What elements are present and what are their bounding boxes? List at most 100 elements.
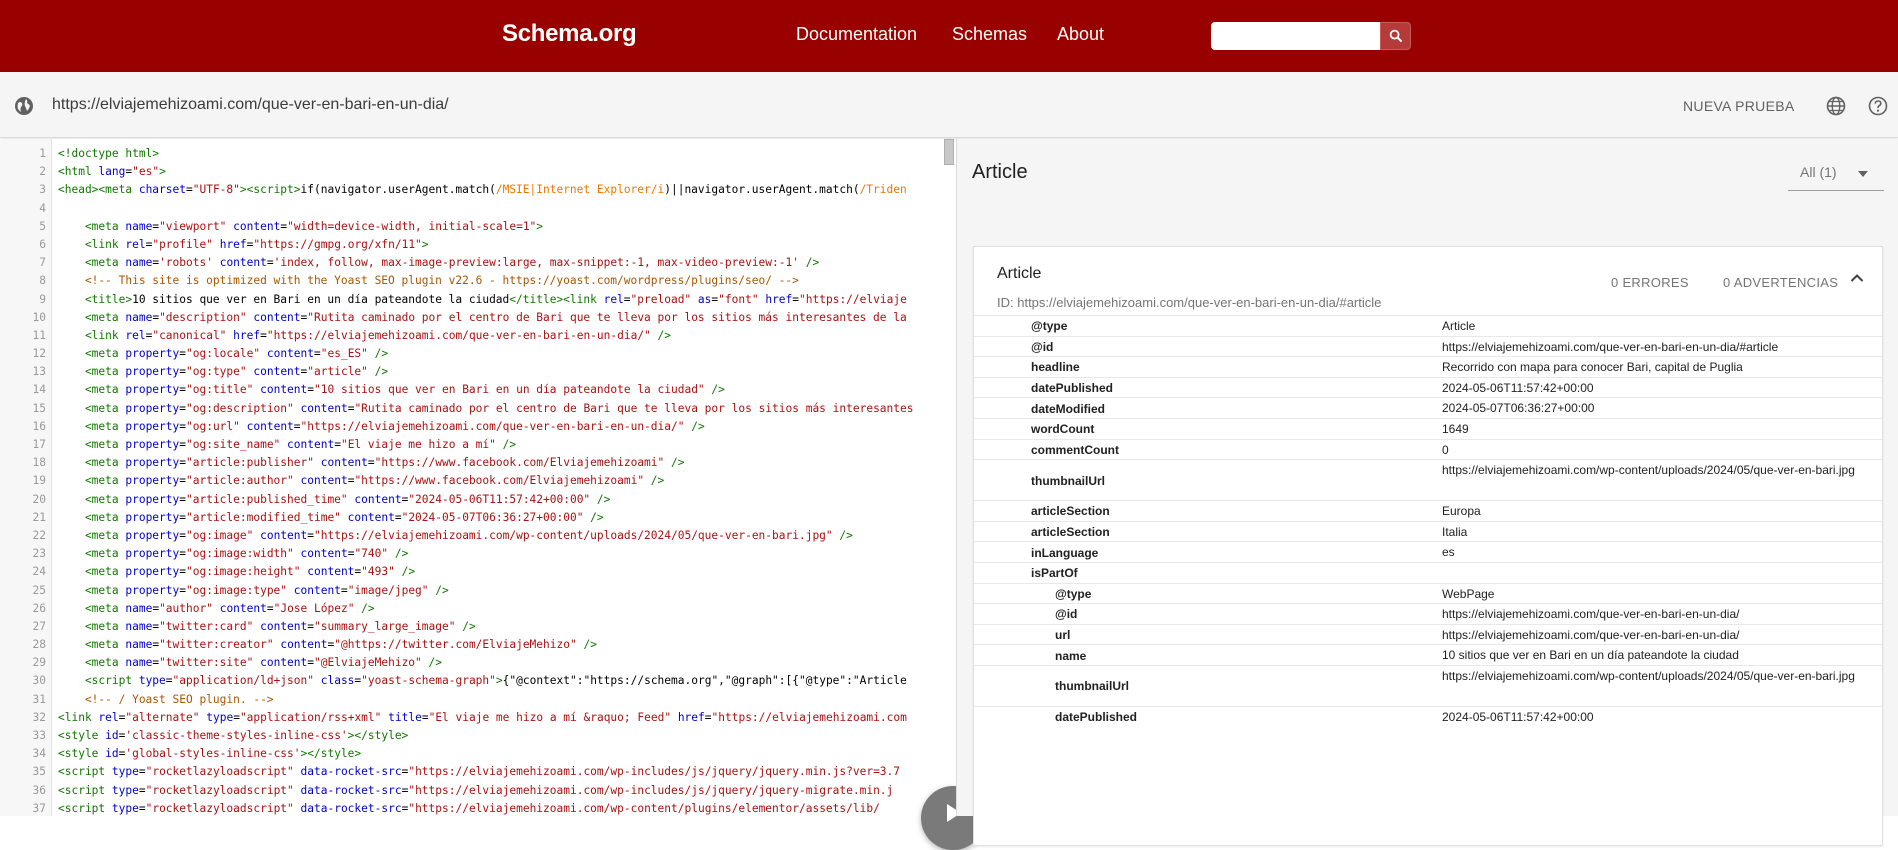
search-button[interactable] (1380, 22, 1411, 50)
top-header: Schema.org Documentation Schemas About (0, 0, 1898, 72)
line-content: <meta property="og:image:type" content="… (58, 583, 449, 597)
line-number: 21 (32, 510, 46, 524)
code-line: 24 <meta property="og:image:height" cont… (0, 563, 956, 581)
url-bar: https://elviajemehizoami.com/que-ver-en-… (0, 72, 1898, 138)
property-row: commentCount 0 (974, 438, 1882, 460)
errors-count: 0 ERRORES (1611, 275, 1689, 290)
line-number: 16 (32, 419, 46, 433)
chevron-up-icon[interactable] (1850, 273, 1864, 283)
property-value: https://elviajemehizoami.com/wp-content/… (1442, 463, 1855, 478)
property-row: url https://elviajemehizoami.com/que-ver-… (974, 623, 1882, 645)
new-test-button[interactable]: NUEVA PRUEBA (1683, 98, 1795, 114)
line-content: <meta name='robots' content='index, foll… (58, 256, 820, 270)
property-key: headline (1031, 360, 1080, 375)
property-value: Italia (1442, 524, 1468, 539)
line-content: <meta name="twitter:card" content="summa… (58, 619, 476, 633)
code-editor[interactable]: 1 <!doctype html> 2 <html lang="es"> 3 <head>… (0, 139, 956, 816)
line-number: 18 (32, 456, 46, 470)
code-line: 23 <meta property="og:image:width" conte… (0, 545, 956, 563)
property-row: articleSection Europa (974, 500, 1882, 521)
line-number: 31 (32, 692, 46, 706)
line-content: <meta name="author" content="Jose López"… (58, 601, 375, 615)
code-line: 20 <meta property="article:published_tim… (0, 491, 956, 509)
property-row: @id https://elviajemehizoami.com/que-ver-… (974, 603, 1882, 624)
line-number: 9 (39, 292, 46, 306)
property-key: @type (1055, 586, 1092, 601)
property-key: @id (1055, 607, 1078, 622)
property-value: https://elviajemehizoami.com/que-ver-en-… (1442, 627, 1740, 642)
line-number: 33 (32, 729, 46, 742)
line-number: 13 (32, 365, 46, 379)
line-number: 37 (32, 801, 46, 815)
line-content: <!doctype html> (58, 147, 160, 160)
line-number: 11 (32, 328, 46, 342)
line-number: 30 (32, 674, 46, 688)
code-line: 6 <link rel="profile" href="https://gmpg… (0, 236, 956, 254)
code-line: 32 <link rel="alternate" type="applicatio… (0, 709, 956, 727)
line-content: <meta property="og:title" content="10 si… (58, 383, 725, 397)
code-line: 35 <script type="rocketlazyloadscript" da… (0, 763, 956, 781)
property-key: inLanguage (1031, 545, 1099, 560)
code-line: 18 <meta property="article:publisher" co… (0, 454, 956, 472)
property-row: @type Article (974, 315, 1882, 336)
property-key: isPartOf (1031, 566, 1078, 581)
property-key: name (1055, 648, 1087, 663)
property-row: thumbnailUrl https://elviajemehizoami.com… (974, 459, 1882, 500)
property-row: thumbnailUrl https://elviajemehizoami.com… (974, 664, 1882, 706)
language-icon[interactable] (1826, 96, 1846, 116)
property-row: @id https://elviajemehizoami.com/que-ver-… (974, 335, 1882, 357)
property-row: @type WebPage (974, 582, 1882, 604)
property-table: @type Article @id https://elviajemehizoami.… (974, 315, 1882, 727)
line-content: <style id='classic-theme-styles-inline-c… (58, 729, 409, 742)
help-icon[interactable] (1868, 96, 1888, 116)
code-line: 26 <meta name="author" content="Jose Lóp… (0, 600, 956, 618)
line-number: 35 (32, 765, 46, 779)
line-number: 25 (32, 583, 46, 597)
code-line: 13 <meta property="og:type" content="art… (0, 363, 956, 381)
line-content: <meta property="og:image:height" content… (58, 565, 416, 579)
property-key: datePublished (1031, 381, 1114, 396)
line-number: 5 (39, 219, 46, 233)
property-value: Article (1442, 319, 1476, 333)
line-number: 23 (32, 547, 46, 561)
property-value: 2024-05-06T11:57:42+00:00 (1442, 709, 1594, 724)
line-number: 36 (32, 783, 46, 797)
code-line: 5 <meta name="viewport" content="width=d… (0, 218, 956, 236)
nav-documentation[interactable]: Documentation (796, 24, 917, 45)
line-content: <meta property="article:published_time" … (58, 492, 611, 506)
property-value: WebPage (1442, 586, 1495, 601)
property-value: 2024-05-06T11:57:42+00:00 (1442, 380, 1594, 395)
property-key: url (1055, 628, 1071, 643)
line-content: <meta property="og:url" content="https:/… (58, 419, 705, 433)
code-line: 16 <meta property="og:url" content="http… (0, 418, 956, 436)
tested-url[interactable]: https://elviajemehizoami.com/que-ver-en-… (52, 96, 449, 114)
code-line: 25 <meta property="og:image:type" conten… (0, 582, 956, 600)
line-number: 22 (32, 528, 46, 542)
line-number: 10 (32, 310, 46, 324)
property-value: Europa (1442, 504, 1481, 519)
code-line: 17 <meta property="og:site_name" content… (0, 436, 956, 454)
chevron-down-icon (1858, 171, 1868, 177)
search-input[interactable] (1211, 22, 1380, 50)
property-key: wordCount (1031, 422, 1095, 437)
line-number: 28 (32, 638, 46, 652)
line-number: 15 (32, 401, 46, 415)
property-row: datePublished 2024-05-06T11:57:42+00:00 (974, 376, 1882, 398)
property-value: https://elviajemehizoami.com/wp-content/… (1442, 668, 1855, 683)
line-number: 17 (32, 438, 46, 451)
card-title: Article (997, 265, 1042, 282)
nav-about[interactable]: About (1057, 24, 1104, 45)
brand-logo[interactable]: Schema.org (502, 20, 637, 48)
results-filter-dropdown[interactable]: All (1) (1788, 157, 1884, 191)
line-content: <link rel="canonical" href="https://elvi… (58, 328, 672, 342)
scrollbar[interactable] (944, 139, 954, 165)
results-panel: Article All (1) Article 0 ERRORES 0 ADVE… (957, 139, 1898, 846)
line-content: <script type="rocketlazyloadscript" data… (58, 801, 880, 815)
line-content: <link rel="profile" href="https://gmpg.o… (58, 237, 429, 251)
property-value: es (1442, 545, 1455, 560)
globe-icon (15, 97, 33, 115)
code-line: 28 <meta name="twitter:creator" content=… (0, 636, 956, 654)
line-number: 1 (39, 147, 46, 160)
property-row: wordCount 1649 (974, 417, 1882, 439)
nav-schemas[interactable]: Schemas (952, 24, 1027, 45)
